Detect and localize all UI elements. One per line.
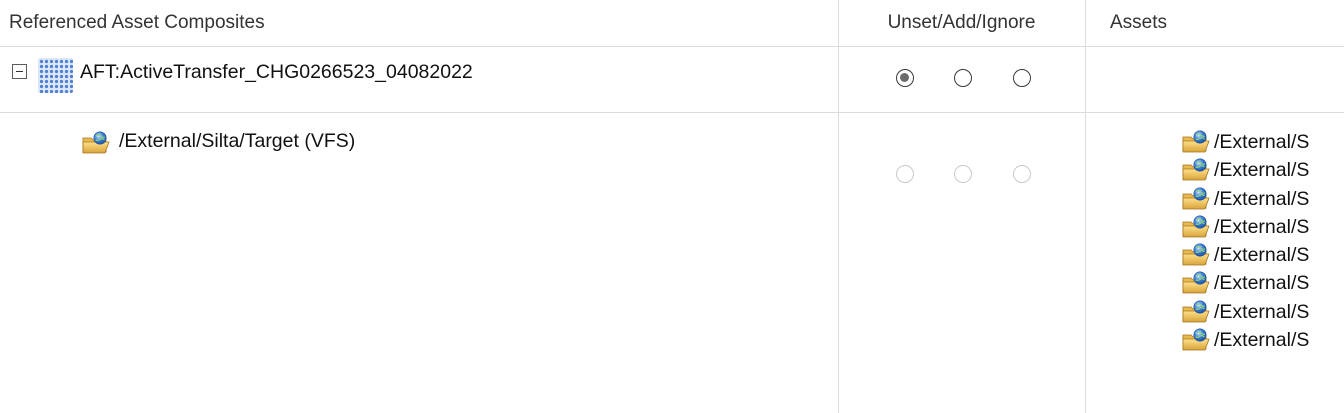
unset-radio-disabled bbox=[896, 165, 914, 183]
vfs-folder-icon bbox=[1182, 158, 1210, 182]
asset-item: /External/S bbox=[1182, 298, 1309, 326]
asset-item: /External/S bbox=[1182, 213, 1309, 241]
vfs-folder-icon bbox=[1182, 130, 1210, 154]
header-referenced-asset-composites[interactable]: Referenced Asset Composites bbox=[9, 0, 265, 46]
column-divider bbox=[1085, 0, 1086, 413]
vfs-folder-icon bbox=[82, 131, 110, 155]
composite-name: AFT:ActiveTransfer_CHG0266523_04082022 bbox=[80, 61, 473, 83]
grid-composite-icon bbox=[38, 58, 73, 93]
vfs-folder-icon bbox=[1182, 187, 1210, 211]
asset-item: /External/S bbox=[1182, 326, 1309, 354]
asset-item: /External/S bbox=[1182, 156, 1309, 184]
vfs-folder-icon bbox=[1182, 271, 1210, 295]
row-divider bbox=[0, 46, 1344, 47]
asset-item: /External/S bbox=[1182, 241, 1309, 269]
ignore-radio[interactable] bbox=[1013, 69, 1031, 87]
row-divider bbox=[0, 112, 1344, 113]
asset-item: /External/S bbox=[1182, 128, 1309, 156]
vfs-folder-icon bbox=[1182, 243, 1210, 267]
header-assets[interactable]: Assets bbox=[1110, 0, 1167, 46]
add-radio-disabled bbox=[954, 165, 972, 183]
asset-path: /External/Silta/Target (VFS) bbox=[119, 130, 356, 152]
asset-item: /External/S bbox=[1182, 269, 1309, 297]
ignore-radio-disabled bbox=[1013, 165, 1031, 183]
header-unset-add-ignore[interactable]: Unset/Add/Ignore bbox=[838, 0, 1085, 46]
collapse-icon[interactable] bbox=[12, 64, 27, 79]
vfs-folder-icon bbox=[1182, 328, 1210, 352]
unset-radio[interactable] bbox=[896, 69, 914, 87]
asset-composite-table: Referenced Asset Composites Unset/Add/Ig… bbox=[0, 0, 1344, 413]
vfs-folder-icon bbox=[1182, 215, 1210, 239]
vfs-folder-icon bbox=[1182, 300, 1210, 324]
add-radio[interactable] bbox=[954, 69, 972, 87]
column-divider bbox=[838, 0, 839, 413]
asset-item: /External/S bbox=[1182, 185, 1309, 213]
